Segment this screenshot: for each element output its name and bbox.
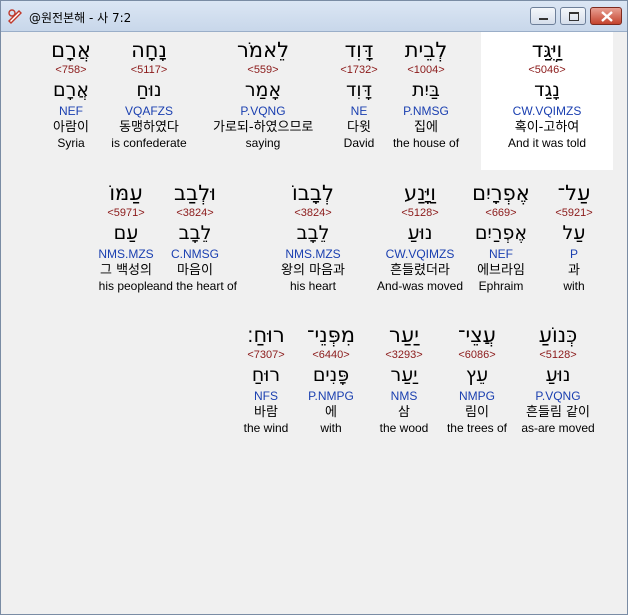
word-column[interactable]: וַיָּנַע <5128> נוּעַ CW.VQIMZS 흔들렸더라 And-was… [370,180,470,293]
title-bar[interactable]: @원전본해 - 사 7:2 [1,1,627,32]
english-gloss: saying [245,136,281,150]
word-column[interactable]: לֵאמֹר <559> אָמַר P.VQNG 가로되-하였으므로 saying [213,37,313,150]
parsing-code: CW.VQIMZS [385,247,455,261]
lemma-word: אֲרָם [52,79,90,101]
parsing-code: NMS.MZS [98,247,154,261]
lemma-word: דָּוִד [346,79,372,101]
korean-gloss: 흔들렸더라 [390,263,450,278]
app-window: @원전본해 - 사 7:2 וַיֻּגַּד <5046> נָגַד CW.VQI… [0,0,628,615]
parsing-code: NMS.MZS [285,247,341,261]
strong-number[interactable]: <5046> [497,63,597,77]
hebrew-word[interactable]: דָּוִד [309,37,409,63]
korean-gloss: 다윗 [347,120,371,135]
window-title: @원전본해 - 사 7:2 [29,11,132,25]
strong-number[interactable]: <1732> [309,63,409,77]
english-gloss: David [343,136,375,150]
parsing-code: NE [350,104,368,118]
korean-gloss: 아람이 [53,120,89,135]
word-column[interactable]: רוּחַ׃ <7307> רוּחַ NFS 바람 the wind [216,322,316,435]
english-gloss: his people [98,279,154,293]
word-column[interactable]: אֲרָם <758> אֲרָם NEF 아람이 Syria [21,37,121,150]
korean-gloss: 왕의 마음과 [281,263,345,278]
strong-number[interactable]: <5128> [370,206,470,220]
korean-gloss: 혹이-고하여 [514,120,580,135]
close-button[interactable] [590,7,622,25]
word-column[interactable]: עַמּוֹ <5971> עַם NMS.MZS 그 백성의 his people [76,180,176,293]
lemma-word: אָמַר [244,79,282,101]
word-column[interactable]: לְבָבוֹ <3824> לֵבָב NMS.MZS 왕의 마음과 his heart [263,180,363,293]
english-gloss: And it was told [507,136,587,150]
close-icon [601,11,613,22]
korean-gloss: 가로되-하였으므로 [213,120,314,135]
korean-gloss: 바람 [254,405,278,420]
word-column[interactable]: דָּוִד <1732> דָּוִד NE 다윗 David [309,37,409,150]
lemma-word: רוּחַ [251,364,281,386]
maximize-button[interactable] [560,7,586,25]
strong-number[interactable]: <3824> [263,206,363,220]
strong-number[interactable]: <758> [21,63,121,77]
minimize-button[interactable] [530,7,556,25]
english-gloss: Syria [57,136,85,150]
strong-number[interactable]: <559> [213,63,313,77]
english-gloss: the wind [243,421,289,435]
hebrew-word[interactable]: אֲרָם [21,37,121,63]
hebrew-word[interactable]: וַיֻּגַּד [497,37,597,63]
hebrew-word[interactable]: לֵאמֹר [213,37,313,63]
strong-number[interactable]: <5971> [76,206,176,220]
lemma-word: נָגַד [534,79,560,101]
strong-number[interactable]: <7307> [216,348,316,362]
hebrew-word[interactable]: עַמּוֹ [76,180,176,206]
hebrew-word[interactable]: רוּחַ׃ [216,322,316,348]
interlinear-panel: וַיֻּגַּד <5046> נָגַד CW.VQIMZS 혹이-고하여 And i… [7,32,621,610]
korean-gloss: 그 백성의 [100,263,152,278]
word-column[interactable]: וַיֻּגַּד <5046> נָגַד CW.VQIMZS 혹이-고하여 And i… [497,37,597,150]
parsing-code: CW.VQIMZS [512,104,582,118]
english-gloss: his heart [289,279,337,293]
hebrew-word[interactable]: וַיָּנַע [370,180,470,206]
lemma-word: לֵבָב [296,222,330,244]
hebrew-word[interactable]: לְבָבוֹ [263,180,363,206]
parsing-code: NEF [59,104,83,118]
english-gloss: And-was moved [376,279,464,293]
parsing-code: P.VQNG [240,104,286,118]
app-icon [8,9,22,24]
lemma-word: נוּעַ [407,222,433,244]
parsing-code: NFS [254,389,278,403]
lemma-word: עַם [113,222,139,244]
